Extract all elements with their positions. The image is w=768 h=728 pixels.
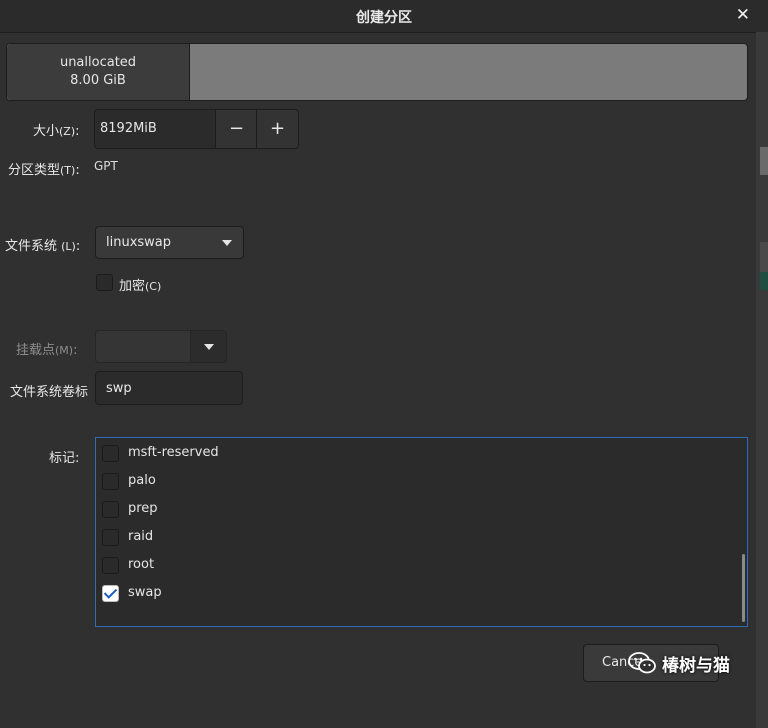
window-title: 创建分区	[356, 10, 412, 26]
background-window-edge	[756, 32, 768, 728]
filesystem-dropdown[interactable]: linuxswap	[95, 226, 244, 259]
partition-bar: unallocated 8.00 GiB	[6, 43, 748, 101]
create-partition-dialog: unallocated 8.00 GiB 大小(Z): 8192MiB − + …	[0, 33, 756, 728]
flag-checkbox[interactable]	[102, 529, 119, 546]
size-label: 大小(Z):	[33, 124, 80, 139]
increase-size-button[interactable]: +	[256, 110, 298, 148]
filesystem-value: linuxswap	[106, 235, 172, 250]
mount-point-combobox[interactable]	[95, 330, 227, 363]
wechat-icon	[628, 651, 656, 675]
volume-label-input[interactable]: swp	[95, 371, 243, 405]
flag-checkbox[interactable]	[102, 501, 119, 518]
flag-checkbox[interactable]	[102, 473, 119, 490]
title-bar: 创建分区 ✕	[0, 0, 768, 33]
flag-checkbox-checked[interactable]	[102, 585, 119, 602]
partition-segment-unallocated[interactable]: unallocated 8.00 GiB	[7, 44, 190, 100]
filesystem-volume-label: 文件系统卷标	[10, 385, 89, 400]
decrease-size-button[interactable]: −	[215, 110, 257, 148]
filesystem-label: 文件系统 (L):	[5, 239, 81, 254]
close-icon[interactable]: ✕	[736, 5, 750, 25]
flags-label: 标记:	[49, 451, 80, 466]
partition-type-value: GPT	[94, 159, 118, 173]
flag-checkbox[interactable]	[102, 557, 119, 574]
watermark: 椿树与猫	[628, 645, 768, 681]
chevron-down-icon	[222, 240, 232, 246]
partition-segment-size: 8.00 GiB	[70, 73, 126, 88]
encrypt-label[interactable]: 加密(C)	[119, 275, 161, 294]
size-input[interactable]: 8192MiB	[100, 121, 157, 136]
flags-list: msft-reserved palo prep raid root swap	[95, 437, 748, 627]
size-spinbox: 8192MiB − +	[94, 109, 299, 149]
flags-scrollbar[interactable]	[742, 554, 745, 622]
partition-segment-label: unallocated	[59, 55, 137, 70]
watermark-text: 椿树与猫	[662, 655, 730, 676]
mount-point-input[interactable]	[96, 331, 191, 362]
encrypt-checkbox[interactable]	[96, 274, 113, 291]
chevron-down-icon[interactable]	[204, 344, 214, 350]
partition-type-label: 分区类型(T):	[8, 163, 80, 178]
flag-checkbox[interactable]	[102, 445, 119, 462]
mount-point-label: 挂载点(M):	[16, 343, 78, 358]
